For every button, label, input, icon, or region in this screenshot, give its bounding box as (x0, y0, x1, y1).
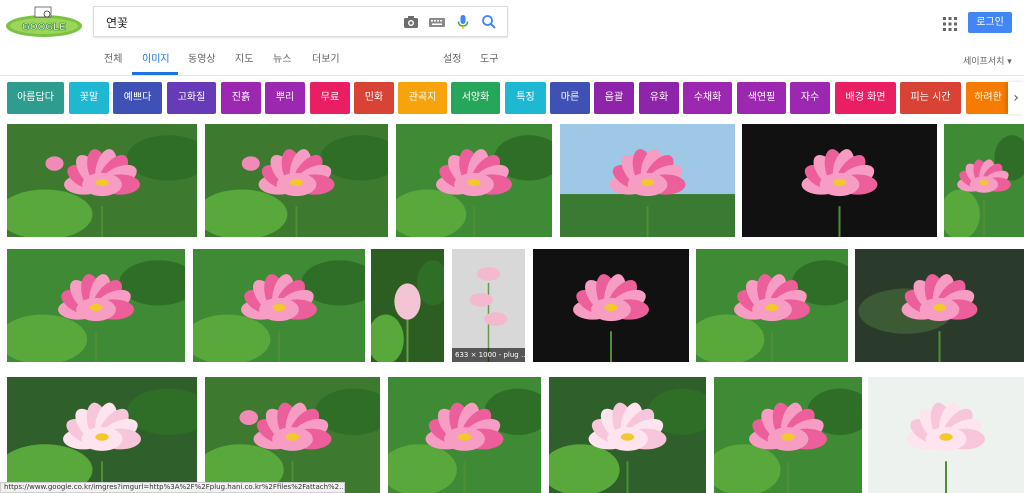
image-result-thumbnail[interactable] (714, 377, 862, 493)
tab-settings[interactable]: 설정 (443, 50, 461, 65)
search-icon[interactable] (480, 13, 498, 31)
image-result-thumbnail[interactable] (7, 124, 197, 237)
image-size-caption: 633 × 1000 - plug ... (452, 348, 525, 362)
chip[interactable]: 배경 화면 (835, 82, 896, 114)
chip[interactable]: 서양화 (451, 82, 500, 114)
chip[interactable]: 피는 시간 (900, 82, 961, 114)
image-result-thumbnail[interactable] (396, 124, 552, 237)
search-input[interactable]: 연꽃 (106, 14, 128, 31)
chip[interactable]: 수채화 (683, 82, 732, 114)
image-result-thumbnail[interactable]: 633 × 1000 - plug ... (452, 249, 525, 362)
svg-text:GOOGLE: GOOGLE (22, 22, 66, 33)
safesearch-toggle[interactable]: 세이프서치 ▾ (963, 54, 1012, 67)
chevron-right-icon[interactable]: › (1008, 82, 1024, 114)
image-result-thumbnail[interactable] (205, 377, 380, 493)
image-result-thumbnail[interactable] (868, 377, 1024, 493)
image-result-thumbnail[interactable] (7, 249, 185, 362)
image-result-thumbnail[interactable] (7, 377, 197, 493)
image-result-thumbnail[interactable] (549, 377, 706, 493)
chip[interactable]: 무료 (310, 82, 350, 114)
related-search-chips: 아름답다 꽃말 예쁘다 고화질 진흙 뿌리 무료 민화 관곡지 서양화 특징 마… (0, 82, 1024, 116)
active-tab-indicator (132, 72, 178, 75)
login-button[interactable]: 로그인 (968, 12, 1012, 33)
chip[interactable]: 진흙 (221, 82, 261, 114)
chip[interactable]: 아름답다 (7, 82, 64, 114)
chip[interactable]: 마른 (550, 82, 590, 114)
microphone-icon[interactable] (454, 13, 472, 31)
chip[interactable]: 자수 (790, 82, 830, 114)
chip[interactable]: 유화 (639, 82, 679, 114)
camera-icon[interactable] (402, 13, 420, 31)
chip[interactable]: 특징 (505, 82, 546, 114)
tab-images[interactable]: 이미지 (142, 50, 170, 65)
tab-maps[interactable]: 지도 (235, 50, 253, 65)
image-result-thumbnail[interactable] (371, 249, 444, 362)
image-result-thumbnail[interactable] (855, 249, 1024, 362)
image-result-thumbnail[interactable] (205, 124, 388, 237)
image-result-thumbnail[interactable] (742, 124, 937, 237)
chip[interactable]: 음괄 (594, 82, 634, 114)
image-search-page: GOOGLE 연꽃 로그인 전체 이미지 동영상 지도 뉴스 더보기 설정 도구… (0, 0, 1024, 493)
google-doodle-logo[interactable]: GOOGLE (4, 4, 84, 38)
chip[interactable]: 꽃말 (69, 82, 109, 114)
apps-grid-icon[interactable] (943, 16, 957, 31)
tab-tools[interactable]: 도구 (480, 50, 498, 65)
chip[interactable]: 고화질 (167, 82, 216, 114)
chip[interactable]: 예쁘다 (113, 82, 162, 114)
chip[interactable]: 색연필 (737, 82, 786, 114)
image-result-thumbnail[interactable] (560, 124, 735, 237)
chip[interactable]: 뿌리 (265, 82, 305, 114)
image-result-thumbnail[interactable] (193, 249, 365, 362)
image-result-thumbnail[interactable] (696, 249, 848, 362)
tab-news[interactable]: 뉴스 (273, 50, 291, 65)
search-box[interactable]: 연꽃 (93, 6, 508, 37)
chip[interactable]: 민화 (354, 82, 394, 114)
tab-videos[interactable]: 동영상 (188, 50, 216, 65)
tab-all[interactable]: 전체 (104, 50, 122, 65)
chip[interactable]: 하려한 (966, 82, 1010, 114)
image-result-thumbnail[interactable] (388, 377, 541, 493)
tab-more[interactable]: 더보기 (312, 50, 340, 65)
keyboard-icon[interactable] (428, 13, 446, 31)
header: GOOGLE 연꽃 로그인 전체 이미지 동영상 지도 뉴스 더보기 설정 도구… (0, 0, 1024, 76)
status-url: https://www.google.co.kr/imgres?imgurl=h… (0, 482, 345, 493)
chip[interactable]: 관곡지 (398, 82, 447, 114)
image-result-thumbnail[interactable] (533, 249, 689, 362)
image-result-thumbnail[interactable] (944, 124, 1024, 237)
